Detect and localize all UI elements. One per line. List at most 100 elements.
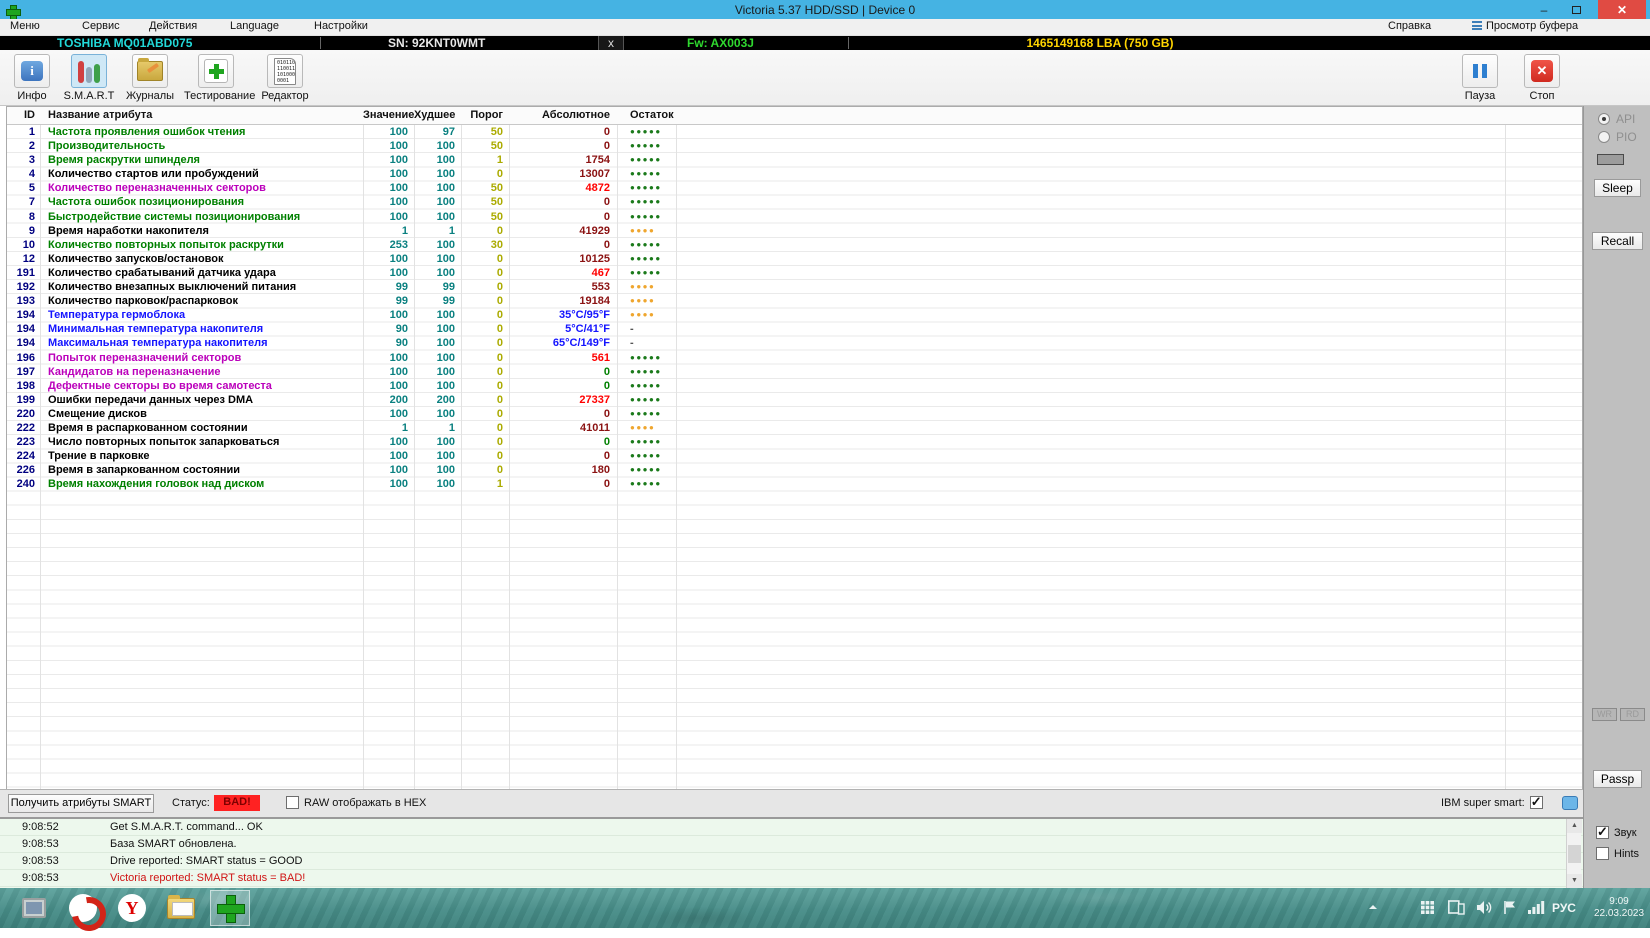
table-row[interactable]: 12Количество запусков/остановок100100010… bbox=[7, 252, 1582, 266]
attr-value: 99 bbox=[363, 294, 414, 308]
journals-button[interactable]: Журналы bbox=[118, 54, 182, 102]
menu-item-service[interactable]: Сервис bbox=[82, 20, 120, 32]
taskbar-swirl-app-icon[interactable] bbox=[63, 890, 103, 926]
scroll-up-icon[interactable]: ▲ bbox=[1567, 819, 1582, 833]
table-row[interactable]: 191Количество срабатываний датчика удара… bbox=[7, 266, 1582, 280]
table-row[interactable]: 240Время нахождения головок над диском10… bbox=[7, 477, 1582, 491]
table-row[interactable]: 192Количество внезапных выключений питан… bbox=[7, 280, 1582, 294]
table-row[interactable]: 3Время раскрутки шпинделя10010011754●●●●… bbox=[7, 153, 1582, 167]
attr-raw: 0 bbox=[509, 449, 617, 463]
table-row[interactable]: 223Число повторных попыток запарковаться… bbox=[7, 435, 1582, 449]
tray-expand-icon[interactable] bbox=[1366, 900, 1380, 919]
attr-raw: 0 bbox=[509, 365, 617, 379]
table-row[interactable]: 194Максимальная температура накопителя90… bbox=[7, 336, 1582, 350]
tray-network-icon[interactable] bbox=[1527, 900, 1545, 920]
attr-threshold: 0 bbox=[461, 266, 509, 280]
attr-value: 253 bbox=[363, 238, 414, 252]
table-row[interactable]: 4Количество стартов или пробуждений10010… bbox=[7, 167, 1582, 181]
table-row[interactable]: 220Смещение дисков10010000●●●●● bbox=[7, 407, 1582, 421]
table-row[interactable]: 224Трение в парковке10010000●●●●● bbox=[7, 449, 1582, 463]
attr-health: ●●●●● bbox=[617, 407, 676, 421]
table-row[interactable]: 7Частота ошибок позиционирования10010050… bbox=[7, 195, 1582, 209]
recall-button[interactable]: Recall bbox=[1592, 232, 1643, 250]
ibm-smart-checkbox[interactable]: IBM super smart: bbox=[1441, 796, 1543, 809]
header-value: Значение bbox=[363, 107, 414, 124]
taskbar-yandex-icon[interactable]: Y bbox=[112, 890, 152, 926]
minimize-button[interactable]: – bbox=[1528, 0, 1560, 19]
menu-item-language[interactable]: Language bbox=[230, 20, 279, 32]
table-row[interactable]: 2Производительность100100500●●●●● bbox=[7, 139, 1582, 153]
tray-grid-icon[interactable] bbox=[1420, 900, 1435, 920]
api-radio[interactable]: API bbox=[1598, 112, 1635, 126]
log-scrollbar[interactable]: ▲ ▼ bbox=[1566, 819, 1581, 888]
close-button[interactable]: ✕ bbox=[1598, 0, 1646, 19]
table-row[interactable]: 8Быстродействие системы позиционирования… bbox=[7, 210, 1582, 224]
header-id: ID bbox=[7, 107, 40, 124]
table-row[interactable]: 196Попыток переназначений секторов100100… bbox=[7, 351, 1582, 365]
header-raw: Абсолютное bbox=[509, 107, 617, 124]
taskbar-system-monitor-icon[interactable] bbox=[14, 890, 54, 926]
get-smart-button[interactable]: Получить атрибуты SMART bbox=[8, 794, 154, 813]
scroll-down-icon[interactable]: ▼ bbox=[1567, 874, 1582, 888]
wr-button[interactable]: WR bbox=[1592, 708, 1617, 721]
smart-icon bbox=[78, 59, 100, 83]
attr-id: 192 bbox=[7, 280, 40, 294]
sleep-button[interactable]: Sleep bbox=[1594, 179, 1641, 197]
attr-id: 197 bbox=[7, 365, 40, 379]
taskbar-victoria-icon[interactable] bbox=[210, 890, 250, 926]
attr-threshold: 0 bbox=[461, 365, 509, 379]
header-threshold: Порог bbox=[461, 107, 509, 124]
taskbar-file-manager-icon[interactable] bbox=[161, 890, 201, 926]
smart-button[interactable]: S.M.A.R.T bbox=[57, 54, 121, 102]
stop-button[interactable]: ✕ Стоп bbox=[1510, 54, 1574, 102]
rd-button[interactable]: RD bbox=[1620, 708, 1645, 721]
log-time: 9:08:52 bbox=[22, 819, 59, 835]
pause-label: Пауза bbox=[1448, 90, 1512, 102]
table-row[interactable]: 10Количество повторных попыток раскрутки… bbox=[7, 238, 1582, 252]
table-row[interactable]: 199Ошибки передачи данных через DMA20020… bbox=[7, 393, 1582, 407]
editor-button[interactable]: 010110 110011 101000 0001 Редактор bbox=[253, 54, 317, 102]
pio-radio[interactable]: PIO bbox=[1598, 130, 1637, 144]
smart-table: ID Название атрибута Значение Худшее Пор… bbox=[6, 106, 1583, 789]
table-row[interactable]: 197Кандидатов на переназначение10010000●… bbox=[7, 365, 1582, 379]
menu-item-menu[interactable]: Меню bbox=[10, 20, 40, 32]
smart-status-indicator[interactable] bbox=[1562, 796, 1578, 810]
table-row[interactable]: 194Минимальная температура накопителя901… bbox=[7, 322, 1582, 336]
passport-button[interactable]: Passp bbox=[1593, 770, 1642, 788]
raw-hex-checkbox[interactable]: RAW отображать в HEX bbox=[286, 796, 426, 809]
drive-close-button[interactable]: x bbox=[598, 36, 624, 50]
tray-volume-icon[interactable] bbox=[1476, 900, 1493, 920]
maximize-button[interactable] bbox=[1560, 0, 1592, 19]
pause-button[interactable]: Пауза bbox=[1448, 54, 1512, 102]
sound-checkbox[interactable]: Звук bbox=[1596, 826, 1637, 839]
table-row[interactable]: 198Дефектные секторы во время самотеста1… bbox=[7, 379, 1582, 393]
hints-checkbox[interactable]: Hints bbox=[1596, 847, 1639, 860]
attr-threshold: 0 bbox=[461, 407, 509, 421]
attr-id: 1 bbox=[7, 125, 40, 139]
table-row[interactable]: 194Температура гермоблока100100035°C/95°… bbox=[7, 308, 1582, 322]
menu-item-settings[interactable]: Настройки bbox=[314, 20, 368, 32]
table-row[interactable]: 9Время наработки накопителя11041929●●●● bbox=[7, 224, 1582, 238]
menu-item-help[interactable]: Справка bbox=[1388, 20, 1431, 32]
attr-raw: 35°C/95°F bbox=[509, 308, 617, 322]
raw-hex-label: RAW отображать в HEX bbox=[304, 797, 426, 809]
tray-language[interactable]: РУС bbox=[1552, 888, 1576, 928]
testing-button[interactable]: Тестирование bbox=[184, 54, 248, 102]
buffer-view-button[interactable]: Просмотр буфера bbox=[1472, 20, 1578, 32]
table-row[interactable]: 222Время в распаркованном состоянии11041… bbox=[7, 421, 1582, 435]
info-button[interactable]: i Инфо bbox=[0, 54, 64, 102]
table-row[interactable]: 226Время в запаркованном состоянии100100… bbox=[7, 463, 1582, 477]
scroll-thumb[interactable] bbox=[1568, 845, 1581, 863]
menu-item-actions[interactable]: Действия bbox=[149, 20, 197, 32]
tray-devices-icon[interactable] bbox=[1448, 900, 1465, 920]
drive-model[interactable]: TOSHIBA MQ01ABD075 bbox=[57, 36, 192, 50]
table-row[interactable]: 193Количество парковок/распарковок999901… bbox=[7, 294, 1582, 308]
tray-flag-icon[interactable] bbox=[1503, 900, 1518, 920]
attr-name: Максимальная температура накопителя bbox=[40, 336, 363, 350]
pause-icon bbox=[1473, 64, 1487, 78]
attr-worst: 100 bbox=[414, 435, 461, 449]
table-row[interactable]: 1Частота проявления ошибок чтения1009750… bbox=[7, 125, 1582, 139]
tray-clock[interactable]: 9:09 22.03.2023 bbox=[1593, 888, 1645, 928]
attr-raw: 0 bbox=[509, 195, 617, 209]
table-row[interactable]: 5Количество переназначенных секторов1001… bbox=[7, 181, 1582, 195]
